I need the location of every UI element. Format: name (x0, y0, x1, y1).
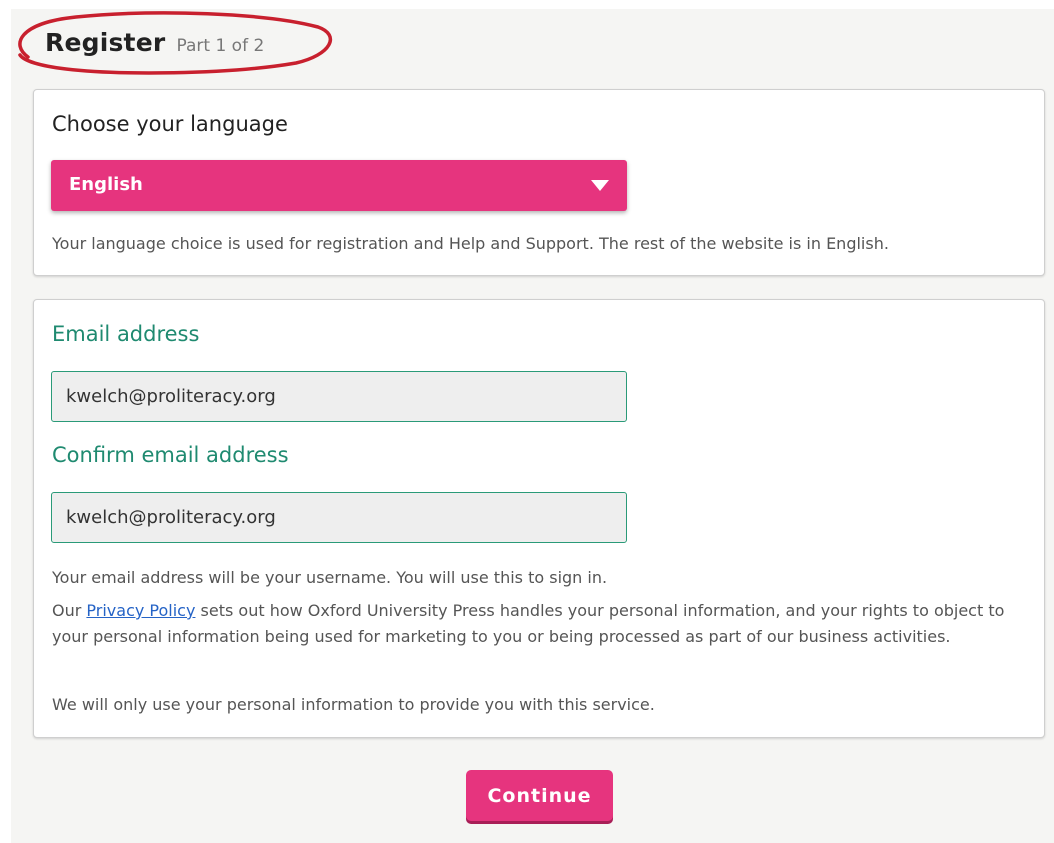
page-header: Register Part 1 of 2 (45, 28, 264, 57)
privacy-note: Our Privacy Policy sets out how Oxford U… (52, 598, 1027, 650)
confirm-email-label: Confirm email address (52, 443, 289, 467)
confirm-email-field[interactable] (51, 492, 627, 543)
username-note: Your email address will be your username… (52, 568, 608, 587)
page-title: Register (45, 28, 166, 57)
privacy-rest: sets out how Oxford University Press han… (52, 601, 1005, 646)
language-card: Choose your language English Your langua… (33, 89, 1045, 276)
email-label: Email address (52, 322, 200, 346)
step-indicator: Part 1 of 2 (176, 36, 265, 56)
email-field[interactable] (51, 371, 627, 422)
language-heading: Choose your language (52, 112, 288, 136)
privacy-prefix: Our (52, 601, 87, 620)
language-note: Your language choice is used for registr… (52, 234, 889, 253)
email-card: Email address Confirm email address Your… (33, 299, 1045, 738)
service-note: We will only use your personal informati… (52, 695, 655, 714)
triangle-down-icon (591, 180, 609, 191)
language-select[interactable]: English (51, 160, 627, 211)
continue-button[interactable]: Continue (466, 770, 613, 821)
privacy-policy-link[interactable]: Privacy Policy (86, 601, 195, 620)
language-selected-value: English (69, 174, 143, 195)
